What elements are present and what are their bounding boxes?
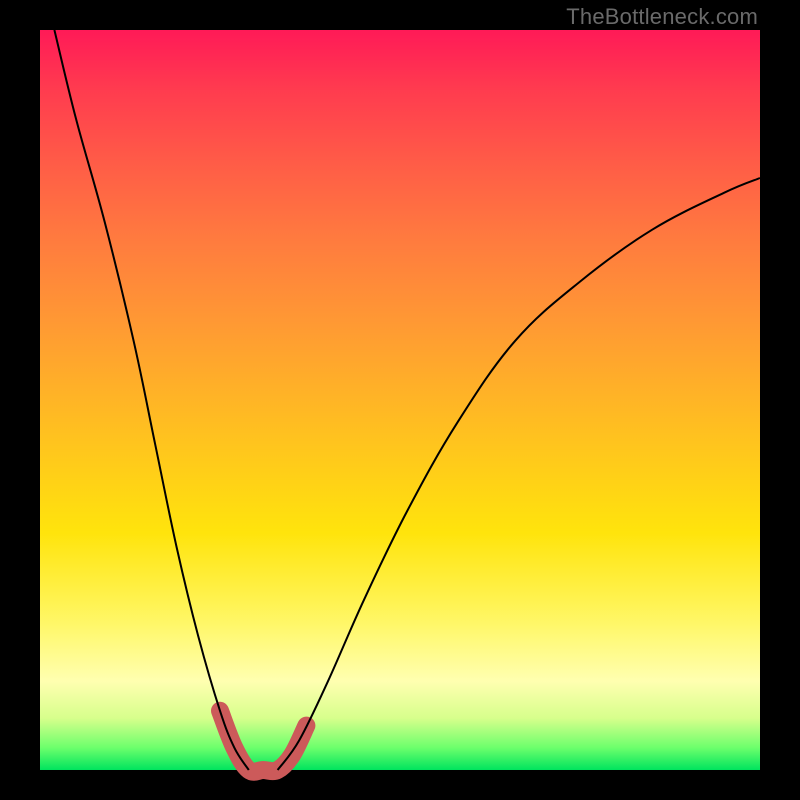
plot-area — [40, 30, 760, 770]
chart-svg — [40, 30, 760, 770]
valley-highlight-path — [220, 711, 306, 772]
curve-left-branch — [54, 30, 248, 770]
chart-frame: TheBottleneck.com — [0, 0, 800, 800]
watermark-text: TheBottleneck.com — [566, 4, 758, 30]
curve-right-branch — [278, 178, 760, 770]
